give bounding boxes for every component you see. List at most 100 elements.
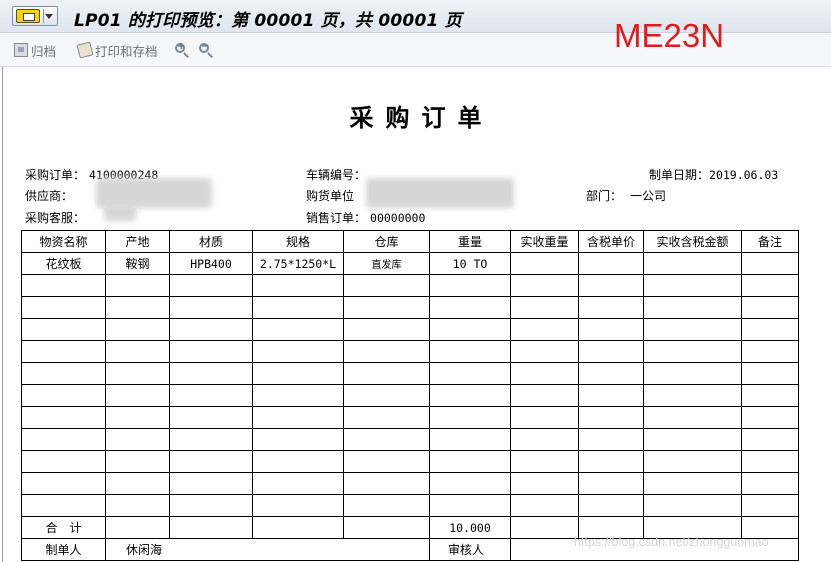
- vehicle-field: 车辆编号：: [306, 166, 366, 183]
- table-cell: [343, 450, 430, 473]
- po-label: 采购订单：: [25, 168, 86, 182]
- column-header: 备注: [741, 230, 799, 253]
- table-cell: [643, 384, 742, 407]
- table-cell: [741, 340, 799, 363]
- table-cell: [105, 296, 170, 319]
- table-cell: [105, 428, 170, 451]
- table-cell: [169, 494, 253, 517]
- table-cell: [105, 494, 170, 517]
- empty-table-row: [21, 428, 799, 451]
- vehicle-label: 车辆编号：: [306, 168, 367, 182]
- table-cell: [578, 406, 644, 429]
- table-row: 花纹板 鞍钢 HPB400 2.75*1250*L 直发库 10 TO: [21, 252, 799, 275]
- table-cell: [510, 450, 579, 473]
- dept-label: 部门：: [586, 189, 623, 203]
- maker-value: 休闲海: [105, 538, 430, 561]
- column-header: 重量: [429, 230, 511, 253]
- sales-order-field: 销售订单： 00000000: [306, 209, 425, 226]
- zoom-in-button[interactable]: +: [174, 41, 190, 59]
- created-value: 2019.06.03: [709, 168, 779, 182]
- table-cell: [578, 494, 644, 517]
- table-cell: [510, 252, 579, 275]
- table-cell: [741, 296, 799, 319]
- table-cell: [510, 384, 579, 407]
- table-cell: [252, 362, 344, 385]
- print-and-archive-button[interactable]: 打印和存档: [76, 41, 158, 59]
- table-cell: [429, 472, 511, 495]
- table-cell: [429, 274, 511, 297]
- table-cell: [578, 472, 644, 495]
- created-label: 制单日期：: [649, 168, 710, 182]
- redacted-buyer-unit: [366, 178, 514, 208]
- column-header: 含税单价: [578, 230, 644, 253]
- buyer-unit-field: 购货单位: [306, 187, 354, 204]
- table-cell: [252, 318, 344, 341]
- table-cell: [252, 494, 344, 517]
- archive-icon: [14, 43, 28, 57]
- table-cell: 直发库: [343, 252, 430, 275]
- table-cell: [643, 340, 742, 363]
- table-cell: [169, 340, 253, 363]
- system-menu-button[interactable]: [12, 6, 58, 26]
- table-cell: [578, 274, 644, 297]
- zoom-out-button[interactable]: −: [198, 41, 214, 59]
- table-cell: [21, 318, 106, 341]
- table-cell: [21, 494, 106, 517]
- table-cell: [252, 274, 344, 297]
- supplier-field: 供应商：: [25, 187, 73, 204]
- table-cell: [429, 494, 511, 517]
- empty-table-row: [21, 406, 799, 429]
- table-cell: [252, 428, 344, 451]
- empty-table-row: [21, 340, 799, 363]
- archive-label: 归档: [31, 43, 57, 59]
- table-cell: [578, 450, 644, 473]
- table-cell: [252, 406, 344, 429]
- table-cell: [252, 516, 344, 539]
- table-cell: [510, 472, 579, 495]
- table-cell: [105, 406, 170, 429]
- table-cell: [429, 450, 511, 473]
- table-cell: [105, 362, 170, 385]
- table-cell: [21, 384, 106, 407]
- sales-order-value: 00000000: [370, 211, 426, 225]
- table-cell: [105, 274, 170, 297]
- table-cell: [429, 384, 511, 407]
- table-cell: [21, 296, 106, 319]
- table-cell: [510, 296, 579, 319]
- table-cell: [578, 296, 644, 319]
- table-cell: 鞍钢: [105, 252, 170, 275]
- table-cell: [429, 406, 511, 429]
- table-cell: [169, 472, 253, 495]
- table-cell: [105, 516, 170, 539]
- table-cell: [343, 362, 430, 385]
- source-watermark: https://blog.csdn.net/zhongguomao: [574, 535, 769, 549]
- table-cell: [105, 318, 170, 341]
- table-cell: [643, 274, 742, 297]
- table-cell: [343, 384, 430, 407]
- empty-table-row: [21, 318, 799, 341]
- table-cell: [343, 318, 430, 341]
- table-cell: [643, 406, 742, 429]
- table-cell: [252, 296, 344, 319]
- supplier-label: 供应商：: [25, 189, 74, 203]
- table-cell: 10 TO: [429, 252, 511, 275]
- table-cell: [643, 362, 742, 385]
- print-archive-icon: [76, 41, 94, 59]
- dept-value: 一公司: [630, 189, 667, 203]
- divider: [43, 9, 44, 23]
- table-cell: [510, 362, 579, 385]
- table-cell: [741, 450, 799, 473]
- buyer-unit-label: 购货单位: [306, 189, 355, 203]
- table-cell: [252, 340, 344, 363]
- table-cell: [343, 516, 430, 539]
- table-cell: [741, 252, 799, 275]
- empty-table-row: [21, 274, 799, 297]
- total-weight: 10.000: [429, 516, 511, 539]
- table-cell: [429, 340, 511, 363]
- zoom-out-icon: −: [198, 41, 214, 58]
- table-cell: [21, 406, 106, 429]
- archive-button[interactable]: 归档: [14, 41, 56, 59]
- service-label: 采购客服：: [25, 211, 86, 225]
- transaction-annotation: ME23N: [614, 17, 725, 54]
- document-title: 采购订单: [349, 103, 494, 132]
